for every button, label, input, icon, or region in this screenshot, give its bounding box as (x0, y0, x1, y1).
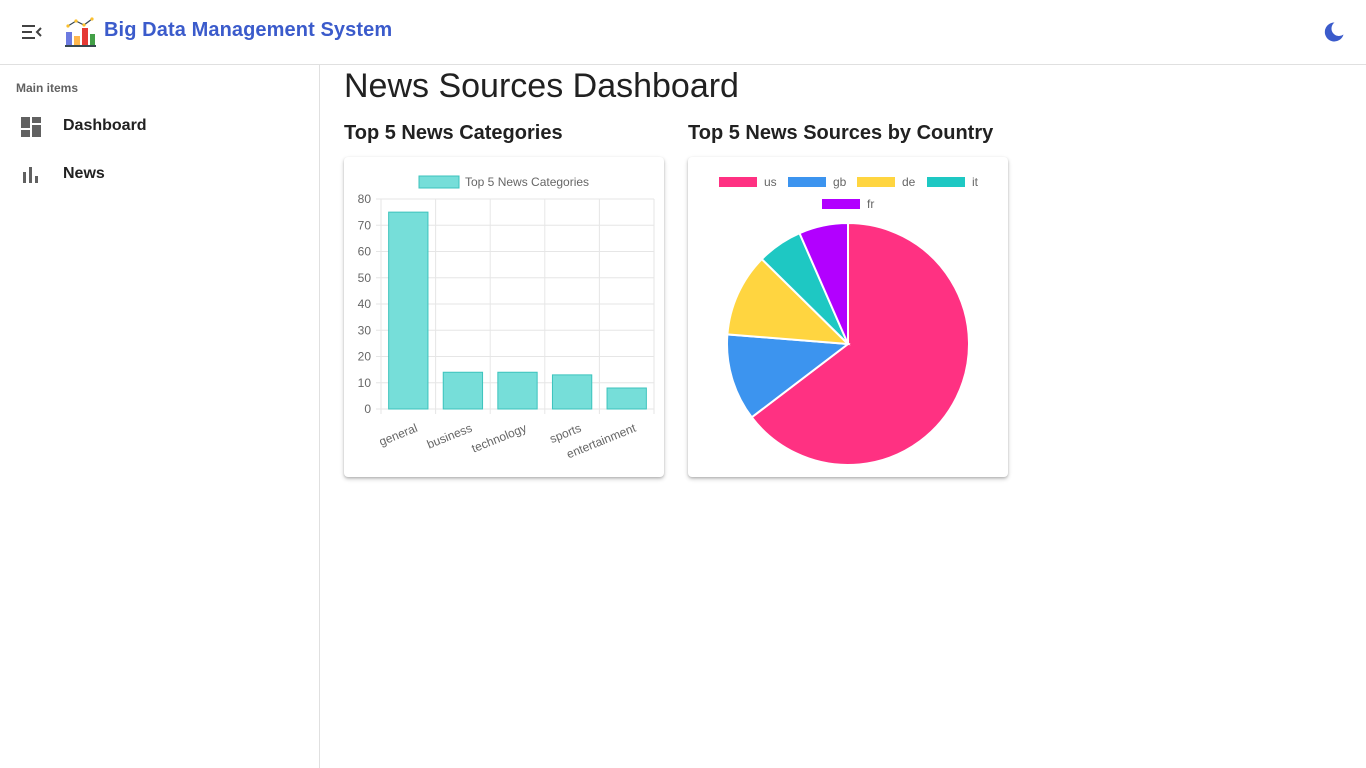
sidebar-item-label: Dashboard (63, 117, 147, 134)
dark-mode-moon-icon (1324, 22, 1344, 42)
y-tick-label: 40 (358, 297, 372, 311)
bar (606, 387, 647, 410)
legend-label: us (764, 175, 777, 189)
x-tick-label: general (377, 421, 419, 449)
legend-label: de (902, 175, 916, 189)
sidebar-subheader: Main items (16, 81, 79, 95)
bar (551, 374, 593, 410)
sidebar: Main items Dashboard News (0, 65, 320, 768)
bar (497, 371, 538, 410)
dashboard-icon (21, 117, 41, 137)
y-tick-label: 0 (364, 402, 371, 416)
legend-swatch (857, 177, 895, 187)
menu-open-icon (22, 25, 42, 39)
page-title: News Sources Dashboard (344, 67, 739, 105)
bar-chart-logo-icon (65, 17, 96, 47)
section-title-countries: Top 5 News Sources by Country (688, 122, 994, 144)
legend-swatch (719, 177, 757, 187)
legend-label: it (972, 175, 979, 189)
legend-label: gb (833, 175, 847, 189)
pie-chart: us gb de it fr (719, 175, 979, 466)
legend-swatch (788, 177, 826, 187)
y-tick-label: 30 (358, 323, 372, 337)
sidebar-item-news[interactable]: News (0, 151, 319, 199)
app-bar: Big Data Management System (0, 0, 1366, 65)
y-tick-label: 50 (358, 271, 372, 285)
bar (388, 211, 429, 410)
y-tick-label: 70 (358, 218, 372, 232)
section-title-categories: Top 5 News Categories (344, 122, 563, 144)
bar-chart-icon (23, 167, 38, 183)
legend-label: Top 5 News Categories (465, 175, 589, 189)
legend-label: fr (867, 197, 874, 211)
y-tick-label: 60 (358, 245, 372, 259)
y-tick-label: 80 (358, 192, 372, 206)
app-title: Big Data Management System (104, 19, 393, 41)
legend-swatch (822, 199, 860, 209)
x-tick-label: business (425, 421, 474, 452)
sidebar-item-dashboard[interactable]: Dashboard (0, 103, 319, 151)
bar (442, 371, 484, 410)
legend-swatch (418, 175, 460, 189)
x-tick-label: technology (470, 421, 529, 456)
bar-chart-card: Top 5 News Categories 0 10 20 30 40 50 60 70 80 ge… (344, 157, 664, 477)
bar-chart: Top 5 News Categories 0 10 20 30 40 50 60 70 80 ge… (358, 175, 655, 461)
pie-chart-card: us gb de it fr (688, 157, 1008, 477)
y-tick-label: 20 (358, 350, 372, 364)
sidebar-item-label: News (63, 165, 105, 182)
menu-toggle-button[interactable] (16, 16, 48, 48)
app-logo (64, 16, 96, 48)
y-tick-label: 10 (358, 376, 372, 390)
theme-toggle-button[interactable] (1322, 20, 1346, 44)
main-content: News Sources Dashboard Top 5 News Catego… (320, 65, 1366, 768)
legend-swatch (927, 177, 965, 187)
